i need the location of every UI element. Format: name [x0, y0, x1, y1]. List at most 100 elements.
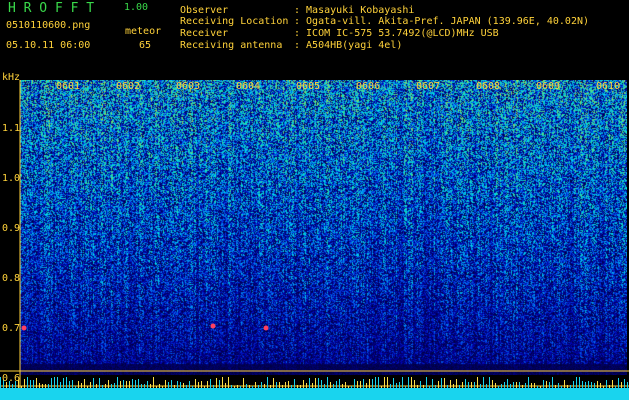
x-tick-label: 0603	[176, 81, 201, 92]
noise-spike	[228, 377, 229, 388]
noise-spike	[321, 380, 322, 388]
noise-spike	[30, 380, 31, 388]
noise-spike	[372, 379, 373, 388]
noise-spike	[309, 378, 310, 388]
y-tick-label: 0.9	[2, 223, 21, 234]
noise-spike	[303, 380, 304, 388]
noise-spike	[120, 381, 121, 388]
noise-spike	[72, 380, 73, 388]
noise-spike	[432, 379, 433, 388]
noise-spike	[336, 381, 337, 388]
noise-spike	[624, 379, 625, 388]
noise-spike	[456, 379, 457, 388]
noise-spike	[189, 381, 190, 388]
noise-spike	[426, 377, 427, 388]
x-tick-label: 0605	[296, 81, 321, 92]
noise-spike	[339, 379, 340, 388]
noise-spike	[477, 377, 478, 388]
noise-spike	[24, 379, 25, 388]
noise-spike	[438, 381, 439, 388]
y-tick-label: 1.1	[2, 123, 21, 134]
noise-spike	[315, 378, 316, 388]
y-tick-label: 0.7	[2, 323, 21, 334]
meteor-label: meteor	[125, 26, 162, 37]
noise-spike	[207, 381, 208, 388]
noise-spike	[288, 381, 289, 388]
noise-spike	[108, 380, 109, 388]
noise-spike	[210, 379, 211, 388]
noise-spike	[507, 379, 508, 388]
noise-spike	[27, 377, 28, 388]
x-tick-label: 0607	[416, 81, 441, 92]
noise-spike	[564, 380, 565, 388]
noise-spike	[573, 381, 574, 388]
noise-spike	[129, 381, 130, 388]
noise-floor-bar	[0, 388, 629, 400]
noise-spike	[492, 380, 493, 388]
noise-spike	[597, 381, 598, 388]
noise-spike	[327, 377, 328, 388]
capture-datetime: 05.10.11 06:00	[6, 40, 91, 51]
noise-spike	[171, 380, 172, 388]
noise-spike	[54, 377, 55, 388]
noise-spike	[375, 377, 376, 388]
noise-spike	[543, 380, 544, 388]
noise-spike	[273, 378, 274, 388]
x-tick-label: 0604	[236, 81, 261, 92]
noise-spike	[69, 381, 70, 388]
app-title: H R O F F T	[8, 1, 95, 16]
noise-spike	[99, 378, 100, 388]
y-tick-label: 1.0	[2, 173, 21, 184]
receiver-value: : ICOM IC-575 53.7492(@LCD)MHz USB	[294, 28, 499, 39]
noise-spike	[177, 381, 178, 388]
noise-spike	[36, 378, 37, 388]
noise-spike	[84, 379, 85, 388]
noise-spike	[378, 377, 379, 388]
noise-spike	[411, 377, 412, 388]
spectrogram-panel	[20, 80, 627, 375]
noise-spike	[363, 379, 364, 388]
antenna-value: : A504HB(yagi 4el)	[294, 40, 403, 51]
noise-spike	[51, 378, 52, 388]
noise-spike	[138, 379, 139, 388]
noise-spike	[450, 380, 451, 388]
noise-spike	[267, 377, 268, 388]
noise-spike	[0, 377, 1, 388]
x-tick-label: 0601	[56, 81, 81, 92]
noise-spike	[195, 379, 196, 388]
noise-spike	[384, 377, 385, 388]
noise-spike	[294, 379, 295, 388]
version-label: 1.00	[124, 2, 149, 13]
noise-spike	[606, 380, 607, 388]
x-tick-label: 0602	[116, 81, 141, 92]
noise-spike	[153, 377, 154, 388]
noise-spike	[318, 378, 319, 388]
noise-spike	[546, 381, 547, 388]
noise-spike	[552, 377, 553, 388]
noise-spike	[408, 377, 409, 388]
noise-spike	[588, 381, 589, 388]
y-tick-label: 0.6	[2, 373, 21, 384]
image-filename: 0510110600.png	[6, 20, 91, 31]
observer-label: Observer	[180, 5, 229, 16]
spectrogram-canvas	[20, 80, 627, 375]
x-tick-label: 0609	[536, 81, 561, 92]
antenna-label: Receiving antenna	[180, 40, 283, 51]
noise-spike	[354, 379, 355, 388]
noise-spike	[243, 378, 244, 388]
noise-spike	[117, 377, 118, 388]
noise-spike	[465, 379, 466, 388]
noise-spike	[66, 377, 67, 388]
noise-spike	[483, 377, 484, 388]
noise-spike	[33, 380, 34, 388]
noise-spike	[147, 381, 148, 388]
noise-spike	[402, 377, 403, 388]
y-tick-label: 0.8	[2, 273, 21, 284]
noise-spike	[582, 381, 583, 388]
noise-spike	[57, 377, 58, 388]
noise-spike	[528, 377, 529, 388]
noise-spike	[357, 381, 358, 388]
meteor-count: 65	[139, 40, 152, 51]
noise-spike	[393, 378, 394, 388]
noise-spike	[216, 378, 217, 388]
